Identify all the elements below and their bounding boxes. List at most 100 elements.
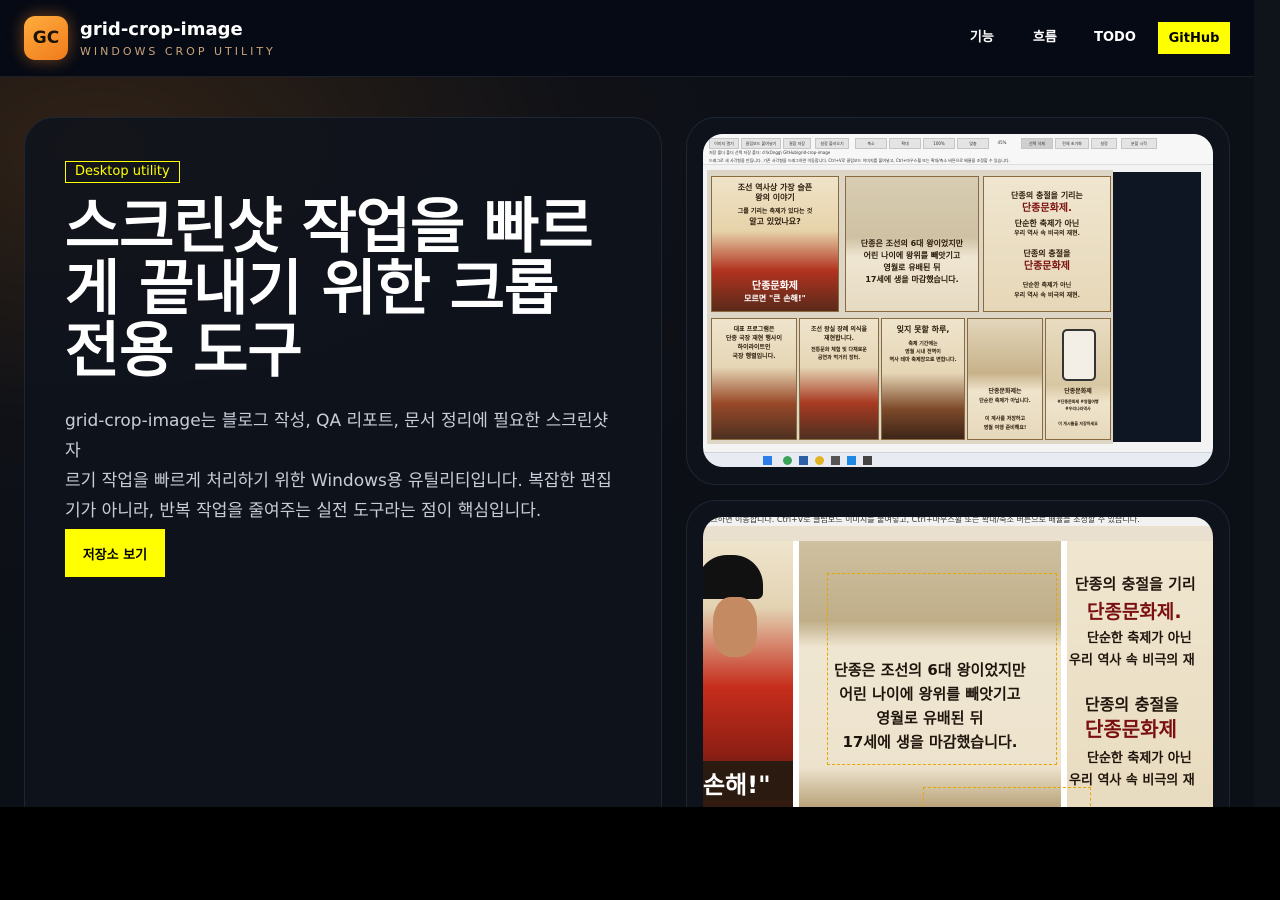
tile-text: 어린 나이에 왕위를 빼앗기고 [863, 251, 961, 260]
taskbar-app-icon [847, 456, 856, 465]
tb-load: 설정 불러오기 [815, 138, 849, 149]
tb-100: 100% [923, 138, 955, 149]
image-tile: 단종의 충절을 기리는 단종문화제. 단순한 축제가 아닌 우리 역사 속 비극… [983, 176, 1111, 312]
tile-text: 우리 역사 속 비극의 재현. [1014, 230, 1080, 237]
crop-rectangle[interactable] [827, 573, 1057, 765]
tb-zoom-in: 확대 [889, 138, 921, 149]
zoom-right-line: 단종문화제. [1087, 601, 1182, 623]
tile-text: 이 게시물을 저장하세요 [1058, 421, 1098, 426]
view-repository-button[interactable]: 저장소 보기 [65, 529, 165, 577]
github-button[interactable]: GitHub [1158, 22, 1230, 54]
zoom-right-line: 단순한 축제가 아닌 [1087, 631, 1192, 646]
tile-text: 단종의 충절을 [1023, 249, 1071, 258]
tb-settings: 설정 [1091, 138, 1117, 149]
hero-title: 스크린샷 작업을 빠르 게 끝내기 위한 크롭 전용 도구 [65, 196, 625, 382]
tile-text: 단종의 충절을 기리는 [1011, 191, 1083, 200]
nav-link-todo[interactable]: TODO [1090, 22, 1140, 54]
zoom-right-line: 우리 역사 속 비극의 재 [1069, 773, 1195, 788]
tile-text: 영월로 유배된 뒤 [883, 263, 941, 272]
zoom-right-panel: 단종의 충절을 기리 단종문화제. 단순한 축제가 아닌 우리 역사 속 비극의… [1067, 541, 1213, 807]
logo-badge[interactable]: GC [24, 16, 68, 60]
brand-subtitle: WINDOWS CROP UTILITY [80, 45, 276, 58]
taskbar-app-icon [815, 456, 824, 465]
nav-link-flow[interactable]: 흐름 [1025, 22, 1065, 54]
image-tile: 단종은 조선의 6대 왕이었지만 어린 나이에 왕위를 빼앗기고 영월로 유배된… [845, 176, 979, 312]
tile-text: 단순한 축제가 아닌 [1022, 282, 1072, 289]
bottom-bar [0, 807, 1280, 900]
page-scrollbar[interactable] [1254, 0, 1280, 807]
image-tile: 조선 역사상 가장 슬픈 왕의 이야기 그를 기리는 축제가 있다는 것 알고 … [711, 176, 839, 312]
taskbar-app-icon [863, 456, 872, 465]
brand-name[interactable]: grid-crop-image [80, 19, 243, 40]
windows-taskbar [703, 452, 1213, 467]
hero-tag: Desktop utility [65, 161, 180, 183]
tile-text: 그를 기리는 축제가 있다는 것 [737, 208, 813, 215]
tile-text: #우리나라역사 [1065, 406, 1091, 411]
image-tile: 조선 왕실 장례 의식을 재현합니다. 전통문화 체험 및 다채로운 공연과 먹… [799, 318, 879, 440]
hero-title-line: 전용 도구 [65, 316, 303, 386]
hat-shape [703, 555, 763, 599]
tb-path: 저장 폴더 폴더 선택 저장 폴더: d:\kOngg\ GitHub\grid… [709, 150, 831, 155]
tb-open-image: 이미지 열기 [709, 138, 739, 149]
app-side-panel [1113, 172, 1201, 442]
site-header: GC grid-crop-image WINDOWS CROP UTILITY … [0, 0, 1254, 77]
start-icon [763, 456, 772, 465]
tile-text: 단종문화제. [1022, 203, 1072, 214]
hero-description-line: 기가 아니라, 반복 작업을 줄여주는 실전 도구라는 점이 핵심입니다. [65, 501, 542, 521]
phone-icon [1062, 329, 1096, 381]
tb-zoom-out: 축소 [855, 138, 887, 149]
tile-text: 단종문화제 [752, 281, 798, 292]
tile-text: 알고 있었나요? [749, 217, 801, 226]
tile-text: 단순한 축제가 아닌 [1014, 219, 1080, 228]
image-tile: 단종문화제 #단종문화제 #영월여행 #우리나라역사 이 게시물을 저장하세요 [1045, 318, 1111, 440]
zoom-hint: 태그하면 이동합니다. Ctrl+V로 클립보드 이미지를 붙여넣고, Ctrl… [703, 517, 1213, 526]
taskbar-app-icon [783, 456, 792, 465]
image-tile: 잊지 못할 하루, 축제 기간에는 영월 시내 전역이 역사 테마 축제장으로 … [881, 318, 965, 440]
app-screenshot: 이미지 열기 클립보드 붙여넣기 결합 저장 설정 불러오기 축소 확대 100… [703, 134, 1213, 467]
tile-text: 공연과 먹거리 장터. [817, 355, 861, 361]
tb-split: 분할 시작 [1121, 138, 1157, 149]
tile-text: 조선 역사상 가장 슬픈 [737, 183, 813, 192]
hero-title-line: 스크린샷 작업을 빠르 [65, 192, 594, 262]
page-viewport: GC grid-crop-image WINDOWS CROP UTILITY … [0, 0, 1254, 807]
hero-title-line: 게 끝내기 위한 크롭 [65, 254, 559, 324]
app-toolbar: 이미지 열기 클립보드 붙여넣기 결합 저장 설정 불러오기 축소 확대 100… [703, 134, 1213, 165]
tb-zoom-level: 45% [997, 140, 1007, 145]
zoom-left-caption: 손해!" [703, 771, 771, 799]
tile-text: 단종은 조선의 6대 왕이었지만 [860, 239, 964, 248]
tile-text: 재현합니다. [824, 335, 854, 342]
zoomed-screenshot: 태그하면 이동합니다. Ctrl+V로 클립보드 이미지를 붙여넣고, Ctrl… [703, 517, 1213, 807]
tile-text: 왕의 이야기 [755, 193, 795, 202]
zoom-right-line: 단종문화제 [1085, 717, 1177, 741]
image-tile: 단종문화제는 단순한 축제가 아닙니다. 이 계사를 저장하고 영월 여행 준비… [967, 318, 1043, 440]
hero-description-line: grid-crop-image는 블로그 작성, QA 리포트, 문서 정리에 … [65, 411, 609, 461]
zoom-left-panel: 손해!" [703, 541, 793, 807]
tb-reset: 전체 초기화 [1055, 138, 1089, 149]
zoom-right-line: 단순한 축제가 아닌 [1087, 751, 1192, 766]
zoom-right-line: 단종의 충절을 [1085, 695, 1179, 714]
zoom-right-line: 단종의 충절을 기리 [1075, 575, 1196, 593]
tb-delete: 선택 삭제 [1021, 138, 1053, 149]
tb-paste: 클립보드 붙여넣기 [741, 138, 781, 149]
tile-text: 역사 테마 축제장으로 변합니다. [889, 357, 957, 363]
tile-text: 단종문화제 [1064, 388, 1092, 395]
app-canvas: 조선 역사상 가장 슬픈 왕의 이야기 그를 기리는 축제가 있다는 것 알고 … [707, 170, 1113, 444]
face-shape [713, 597, 757, 657]
hero-description: grid-crop-image는 블로그 작성, QA 리포트, 문서 정리에 … [65, 406, 627, 526]
tb-save: 결합 저장 [783, 138, 811, 149]
tile-text: 단순한 축제가 아닙니다. [979, 398, 1031, 404]
zoom-right-line: 우리 역사 속 비극의 재 [1069, 653, 1195, 668]
tile-text: 단종문화제 [1024, 261, 1070, 272]
tile-text: 잊지 못할 하루, [896, 325, 950, 334]
tile-text: 영월 여행 준비해요! [983, 425, 1027, 431]
hero-description-line: 르기 작업을 빠르게 처리하기 위한 Windows용 유틸리티입니다. 복잡한… [65, 471, 612, 491]
taskbar-app-icon [831, 456, 840, 465]
tile-text: 모르면 "큰 손해!" [744, 294, 806, 303]
tile-text: 17세에 생을 마감했습니다. [865, 275, 959, 284]
tb-fit: 맞춤 [957, 138, 989, 149]
crop-rectangle[interactable] [923, 787, 1091, 807]
taskbar-app-icon [799, 456, 808, 465]
image-tile: 대표 프로그램은 단종 국장 재현 행사이 하이라이트인 국장 행렬입니다. [711, 318, 797, 440]
nav-link-features[interactable]: 기능 [962, 22, 1002, 54]
tile-text: 우리 역사 속 비극의 재현. [1014, 292, 1080, 299]
